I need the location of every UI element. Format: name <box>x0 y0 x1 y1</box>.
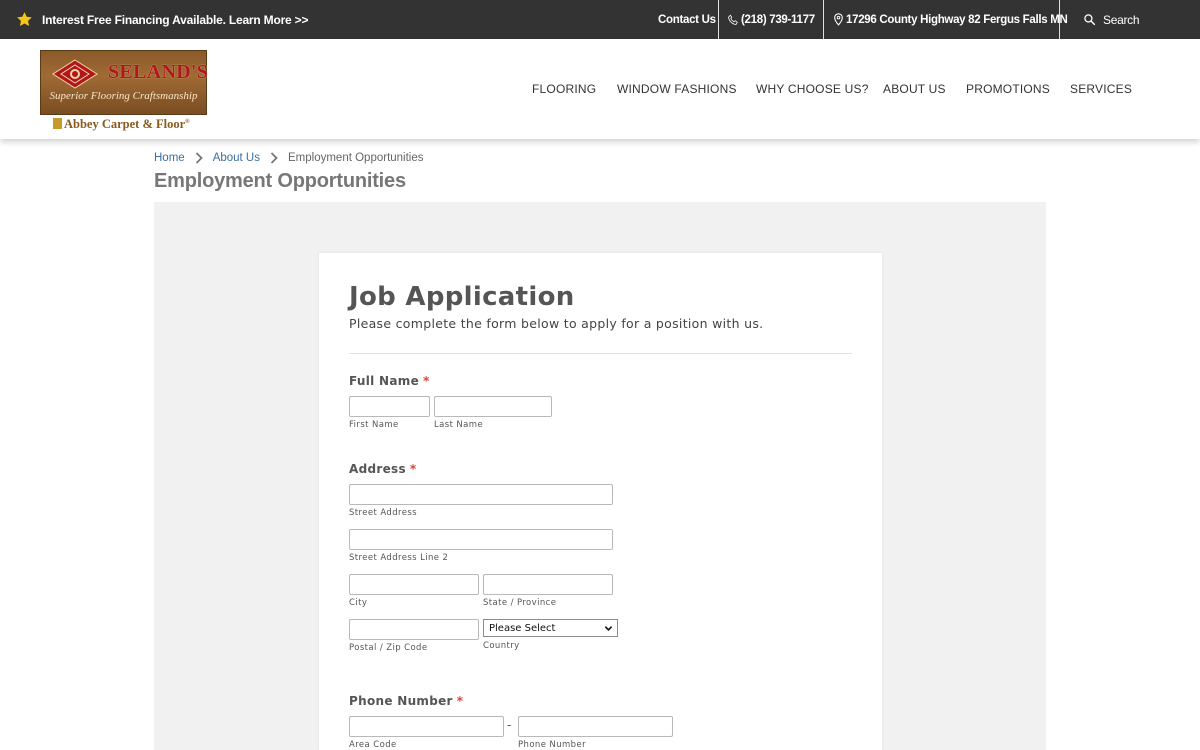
state-province-input[interactable] <box>483 574 613 595</box>
postal-zip-input[interactable] <box>349 619 479 640</box>
nav-services[interactable]: SERVICES <box>1070 82 1132 96</box>
chevron-down-icon <box>604 626 613 631</box>
breadcrumb-home[interactable]: Home <box>154 152 185 164</box>
city-sublabel: City <box>349 598 368 608</box>
nav-why-choose-us[interactable]: WHY CHOOSE US? <box>756 82 869 96</box>
logo-partner-mark: ® <box>185 118 190 125</box>
contact-us-label: Contact Us <box>658 13 716 26</box>
map-pin-icon <box>834 13 843 26</box>
search-icon <box>1084 14 1096 26</box>
divider <box>1059 0 1060 39</box>
chevron-right-icon <box>195 152 203 164</box>
nav-flooring[interactable]: FLOORING <box>532 82 596 96</box>
phone-number-label: Phone Number * <box>349 694 463 708</box>
first-name-input[interactable] <box>349 396 430 417</box>
logo-partner: Abbey Carpet & Floor® <box>53 117 190 132</box>
address-label-text: Address <box>349 462 406 476</box>
abbey-mark-icon <box>53 118 62 129</box>
logo-diamond-emblem <box>52 59 98 89</box>
full-name-label: Full Name * <box>349 374 430 388</box>
financing-promo-link[interactable]: Interest Free Financing Available. Learn… <box>16 0 308 39</box>
country-select[interactable]: Please Select <box>483 619 618 637</box>
address-link[interactable]: 17296 County Highway 82 Fergus Falls MN <box>833 0 1068 39</box>
top-bar: Interest Free Financing Available. Learn… <box>0 0 1200 39</box>
required-asterisk: * <box>423 374 430 388</box>
site-logo[interactable]: SELAND'S Superior Flooring Craftsmanship… <box>40 50 209 132</box>
phone-link[interactable]: (218) 739-1177 <box>727 0 815 39</box>
country-selected-value: Please Select <box>489 622 556 634</box>
phone-number-label-text: Phone Number <box>349 694 453 708</box>
postal-zip-sublabel: Postal / Zip Code <box>349 643 428 653</box>
phone-separator: - <box>507 718 512 732</box>
nav-promotions[interactable]: PROMOTIONS <box>966 82 1050 96</box>
phone-number-input[interactable] <box>518 716 673 737</box>
street-address-sublabel: Street Address <box>349 508 417 518</box>
street-address-line2-sublabel: Street Address Line 2 <box>349 553 449 563</box>
breadcrumb: Home About Us Employment Opportunities <box>154 150 424 166</box>
contact-us-link[interactable]: Contact Us <box>658 0 716 39</box>
phone-number: (218) 739-1177 <box>741 13 815 26</box>
divider <box>718 0 719 39</box>
logo-tagline: Superior Flooring Craftsmanship <box>49 90 198 102</box>
page-title: Employment Opportunities <box>154 170 406 192</box>
phone-number-sublabel: Phone Number <box>518 740 586 750</box>
site-header: SELAND'S Superior Flooring Craftsmanship… <box>0 39 1200 139</box>
required-asterisk: * <box>456 694 464 708</box>
street-address-line2-input[interactable] <box>349 529 613 550</box>
search-button[interactable]: Search <box>1083 0 1140 39</box>
last-name-sublabel: Last Name <box>434 420 484 430</box>
store-address: 17296 County Highway 82 Fergus Falls MN <box>846 13 1068 26</box>
chevron-right-icon <box>270 152 278 164</box>
logo-brand: SELAND'S <box>108 61 209 83</box>
search-label: Search <box>1103 12 1140 27</box>
required-asterisk: * <box>409 462 417 476</box>
last-name-input[interactable] <box>434 396 552 417</box>
state-province-sublabel: State / Province <box>483 598 557 608</box>
form-subtitle: Please complete the form below to apply … <box>349 316 764 331</box>
area-code-sublabel: Area Code <box>349 740 397 750</box>
breadcrumb-about-us[interactable]: About Us <box>213 152 260 164</box>
form-title: Job Application <box>349 282 575 312</box>
promo-text: Interest Free Financing Available. Learn… <box>42 12 309 27</box>
nav-window-fashions[interactable]: WINDOW FASHIONS <box>617 82 737 96</box>
address-label: Address * <box>349 462 417 476</box>
country-sublabel: Country <box>483 641 520 651</box>
area-code-input[interactable] <box>349 716 504 737</box>
nav-about-us[interactable]: ABOUT US <box>883 82 946 96</box>
divider <box>823 0 824 39</box>
star-icon <box>17 12 32 26</box>
city-input[interactable] <box>349 574 479 595</box>
street-address-input[interactable] <box>349 484 613 505</box>
logo-partner-name: Abbey Carpet & Floor <box>64 117 186 131</box>
full-name-label-text: Full Name <box>349 374 420 388</box>
breadcrumb-current: Employment Opportunities <box>288 152 424 164</box>
form-divider <box>349 353 852 354</box>
phone-icon <box>728 14 738 25</box>
first-name-sublabel: First Name <box>349 420 399 430</box>
